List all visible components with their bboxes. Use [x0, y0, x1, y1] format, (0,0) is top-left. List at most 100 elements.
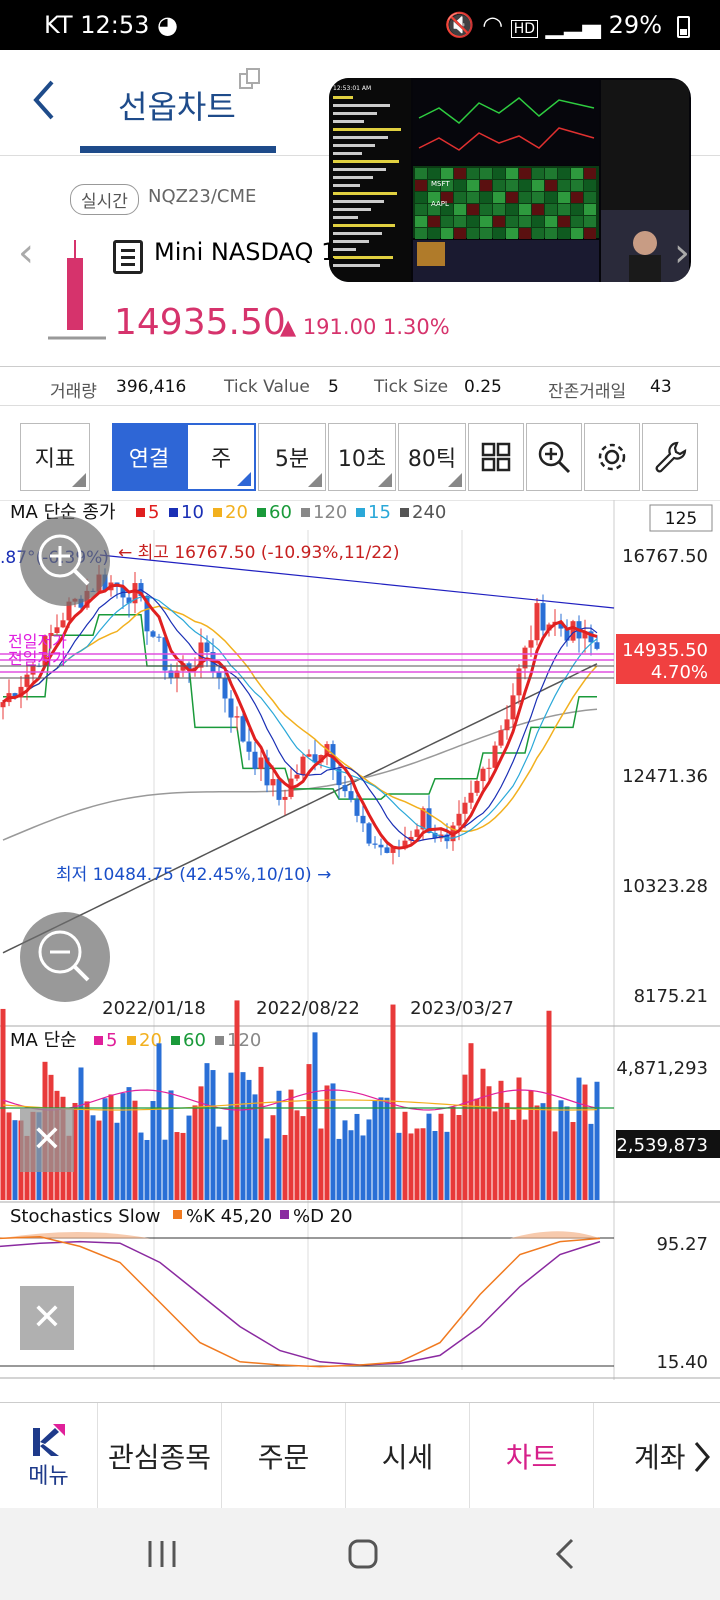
system-nav-bar [0, 1508, 720, 1600]
settings-button[interactable] [584, 423, 640, 491]
layout-grid-button[interactable] [468, 423, 524, 491]
volume-bar [96, 1120, 102, 1200]
candle [270, 779, 276, 786]
home-icon[interactable] [348, 1539, 378, 1569]
volume-bar [306, 1064, 312, 1200]
instrument-code: NQZ23/CME [148, 186, 257, 207]
legend-swatch [301, 508, 310, 517]
recents-icon[interactable] [148, 1541, 176, 1567]
candle [354, 799, 360, 816]
period-5min-button[interactable]: 5분 [258, 423, 326, 491]
zoom-in-icon [38, 534, 90, 586]
volume-bar [546, 1010, 552, 1200]
signal-icon: ▁▂▄ [545, 11, 602, 39]
candle [222, 678, 228, 699]
candle [504, 719, 510, 731]
volume-bar [210, 1070, 216, 1200]
volume-bar [474, 1098, 480, 1200]
volume-bar [354, 1113, 360, 1200]
zoom-in-button[interactable] [20, 516, 110, 606]
volume-bar [558, 1100, 564, 1200]
x-tick: 2022/08/22 [256, 998, 360, 1019]
tick-value: 5 [328, 377, 339, 397]
volume-bar [228, 1072, 234, 1200]
candle [258, 757, 264, 769]
period-10sec-button[interactable]: 10초 [328, 423, 396, 491]
stoch-k-label: %K 45,20 [186, 1206, 272, 1227]
clock: 12:53 [80, 11, 150, 39]
volume-bar [402, 1111, 408, 1200]
volume-bar [384, 1097, 390, 1200]
zoom-out-button[interactable] [20, 912, 110, 1002]
copy-icon[interactable] [238, 68, 262, 90]
tab-chart-title[interactable]: 선옵차트 [118, 82, 236, 128]
nav-item-chart[interactable]: 차트 [470, 1403, 594, 1509]
nav-item-account[interactable]: 계좌 [594, 1403, 720, 1509]
wifi-icon: ◠ [482, 11, 504, 39]
candle [246, 741, 252, 752]
candle [498, 730, 504, 746]
link-button[interactable]: 연결 [112, 423, 186, 491]
candle [486, 767, 492, 769]
pip-text-line [333, 152, 362, 155]
candle [294, 774, 300, 779]
nav-item-quote[interactable]: 시세 [346, 1403, 470, 1509]
candle [204, 642, 210, 653]
menu-button[interactable]: 메뉴 [0, 1403, 98, 1509]
volume-y-tick: 2,539,873 [616, 1135, 708, 1156]
instrument-name: Mini NASDAQ 1 [154, 238, 337, 266]
volume-legend-title: MA 단순 [10, 1030, 77, 1051]
volume-bar [156, 1043, 162, 1200]
legend-swatch [356, 508, 365, 517]
candle [300, 756, 306, 775]
candle [384, 847, 390, 853]
legend-label: 60 [183, 1030, 206, 1051]
candle [234, 716, 240, 718]
chevron-right-icon [694, 1442, 710, 1472]
document-icon[interactable] [113, 240, 143, 274]
volume-bar [312, 1032, 318, 1200]
pip-text-line [333, 144, 375, 147]
volume-bar [564, 1106, 570, 1200]
volume-bar [504, 1102, 510, 1200]
status-bar: KT 12:53 ◕ 🔇 ◠ HD ▁▂▄ 29% [0, 0, 720, 50]
volume-bar [0, 1008, 6, 1200]
tools-button[interactable] [642, 423, 698, 491]
volume-bar [102, 1098, 108, 1200]
zoom-button[interactable] [526, 423, 582, 491]
carrier: KT [44, 11, 73, 39]
next-instrument-button[interactable]: › [674, 230, 690, 276]
period-80tick-button[interactable]: 80틱 [398, 423, 466, 491]
period-week-button[interactable]: 주 [186, 423, 256, 491]
hd-icon: HD [510, 20, 538, 38]
candle [276, 779, 282, 800]
indicator-button[interactable]: 지표 [20, 423, 90, 491]
legend-swatch [213, 508, 222, 517]
pip-text-line [333, 136, 388, 139]
volume-bar [288, 1089, 294, 1200]
volume-bar [336, 1138, 342, 1200]
candle [360, 815, 366, 824]
volume-bar [78, 1067, 84, 1200]
instrument-header: 실시간 NQZ23/CME ‹ Mini NASDAQ 1 › 14935.50… [0, 160, 720, 365]
volume-bar [456, 1115, 462, 1200]
volume-bar [528, 1090, 534, 1200]
close-volume-panel-button[interactable]: ✕ [20, 1108, 74, 1172]
candle [150, 631, 156, 637]
volume-bar [540, 1103, 546, 1200]
nav-item-watchlist[interactable]: 관심종목 [98, 1403, 222, 1509]
back-nav-icon[interactable] [555, 1538, 574, 1570]
back-button[interactable] [30, 78, 60, 130]
volume-bar [144, 1139, 150, 1200]
nav-item-order[interactable]: 주문 [222, 1403, 346, 1509]
price-chart [0, 554, 615, 954]
prev-low-tag-2: 전일저가 [8, 649, 67, 668]
volume-bar [510, 1119, 516, 1200]
prev-instrument-button[interactable]: ‹ [18, 230, 34, 276]
legend-swatch [400, 508, 409, 517]
chart-toolbar: 지표 연결 주 5분 10초 80틱 [0, 416, 720, 492]
candle [534, 603, 540, 641]
pip-text-line [333, 128, 401, 131]
close-stoch-panel-button[interactable]: ✕ [20, 1286, 74, 1350]
svg-text:12:53:01 AM: 12:53:01 AM [333, 85, 371, 92]
